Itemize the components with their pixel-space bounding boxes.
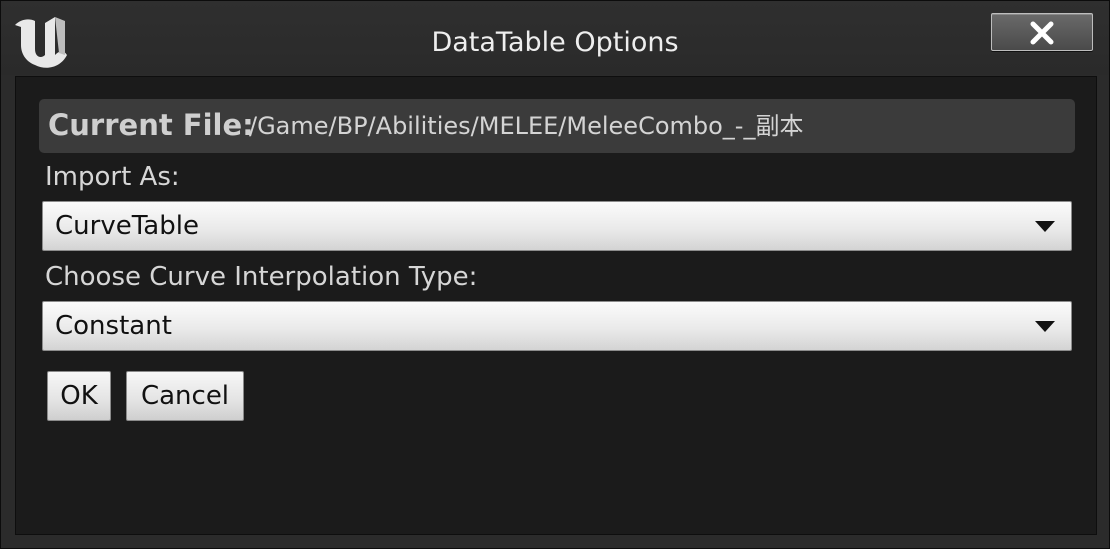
current-file-label: Current File: bbox=[48, 108, 254, 142]
title-bar[interactable]: DataTable Options bbox=[1, 1, 1109, 75]
ok-button[interactable]: OK bbox=[47, 371, 111, 421]
dropdown-arrow-icon bbox=[1035, 221, 1055, 232]
close-button[interactable] bbox=[991, 13, 1093, 51]
import-as-label: Import As: bbox=[45, 162, 180, 192]
interpolation-type-dropdown[interactable]: Constant bbox=[42, 301, 1072, 351]
import-as-dropdown[interactable]: CurveTable bbox=[42, 201, 1072, 251]
cancel-button[interactable]: Cancel bbox=[126, 371, 244, 421]
close-x-icon bbox=[1030, 21, 1054, 45]
current-file-bar: Current File: /Game/BP/Abilities/MELEE/M… bbox=[39, 99, 1075, 153]
interpolation-type-label: Choose Curve Interpolation Type: bbox=[45, 262, 478, 292]
dialog-content: Current File: /Game/BP/Abilities/MELEE/M… bbox=[15, 76, 1097, 535]
import-as-value: CurveTable bbox=[55, 211, 199, 241]
interpolation-type-value: Constant bbox=[55, 311, 172, 341]
dialog-window: DataTable Options Current File: /Game/BP… bbox=[0, 0, 1110, 549]
dropdown-arrow-icon bbox=[1035, 321, 1055, 332]
current-file-path: /Game/BP/Abilities/MELEE/MeleeCombo_-_副本 bbox=[249, 112, 804, 140]
window-title: DataTable Options bbox=[431, 27, 679, 58]
